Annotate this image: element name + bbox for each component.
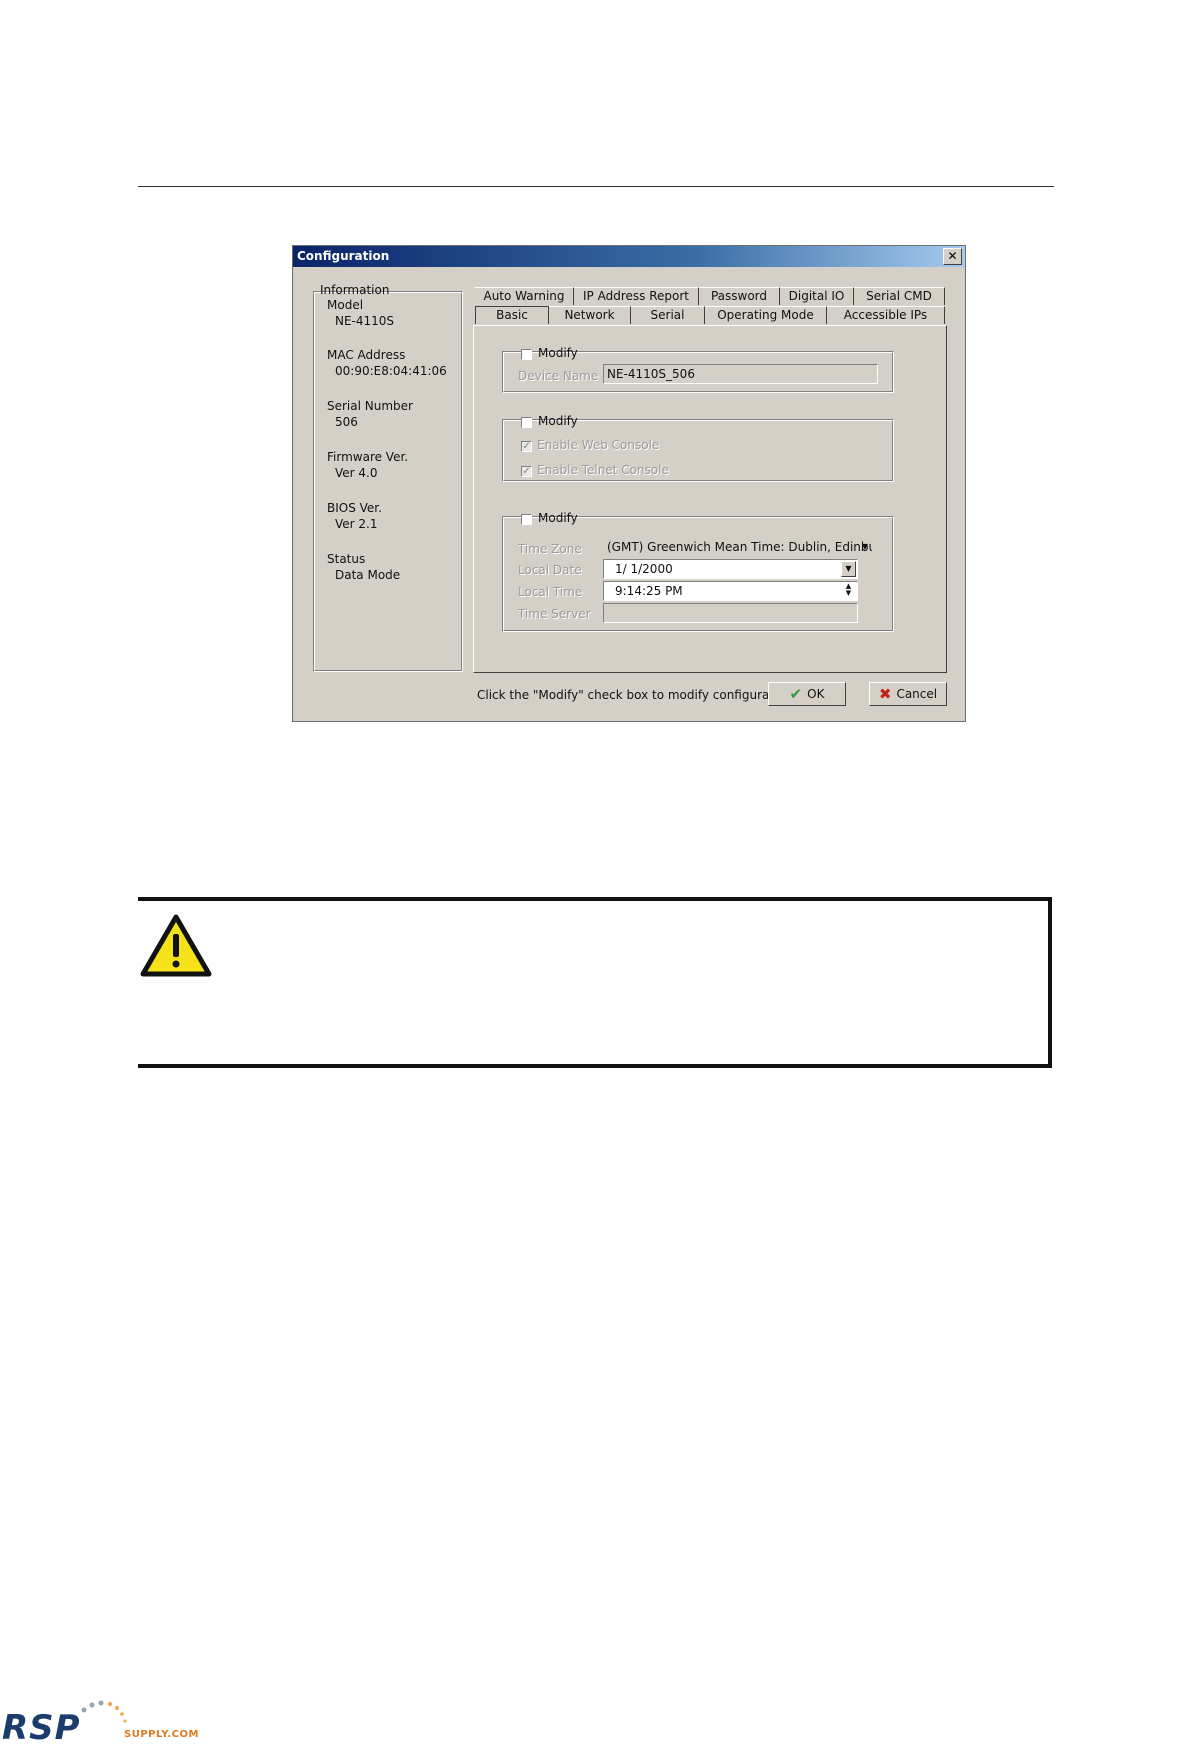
time-server-label: Time Server xyxy=(518,607,591,621)
information-heading: Information xyxy=(320,283,390,297)
firmware-label: Firmware Ver. xyxy=(327,450,409,464)
configuration-dialog: Configuration ✕ Information Model NE-411… xyxy=(292,245,966,722)
header-rule xyxy=(138,186,1054,187)
tab-operating-mode[interactable]: Operating Mode xyxy=(705,306,827,324)
local-time-value: 9:14:25 PM xyxy=(615,584,683,598)
serial-label: Serial Number xyxy=(327,399,413,413)
bios-label: BIOS Ver. xyxy=(327,501,382,515)
mac-label: MAC Address xyxy=(327,348,406,362)
time-server-input[interactable] xyxy=(603,603,858,623)
status-value: Data Mode xyxy=(335,568,401,582)
mac-value: 00:90:E8:04:41:06 xyxy=(335,364,447,378)
ok-label: OK xyxy=(807,687,825,701)
modify-label-time: Modify xyxy=(538,511,578,525)
tab-network[interactable]: Network xyxy=(549,306,631,324)
status-label: Status xyxy=(327,552,366,566)
device-name-input[interactable]: NE-4110S_506 xyxy=(603,364,878,384)
firmware-value: Ver 4.0 xyxy=(335,466,378,480)
logo-brand: RSP xyxy=(2,1708,81,1748)
tab-row-bottom: Basic Network Serial Operating Mode Acce… xyxy=(475,306,947,324)
ok-button[interactable]: ✔ OK xyxy=(768,682,846,706)
dialog-title: Configuration xyxy=(297,249,390,263)
time-zone-select[interactable]: (GMT) Greenwich Mean Time: Dublin, Edinb… xyxy=(603,537,873,557)
modify-checkbox-time[interactable] xyxy=(521,514,532,525)
time-zone-label: Time Zone xyxy=(518,542,582,556)
hint-text: Click the "Modify" check box to modify c… xyxy=(477,688,793,702)
time-zone-value: (GMT) Greenwich Mean Time: Dublin, Edinb… xyxy=(607,540,873,554)
tab-ip-address-report[interactable]: IP Address Report xyxy=(574,287,699,305)
spin-down-icon: ▼ xyxy=(845,589,852,597)
logo-sub: SUPPLY.COM xyxy=(124,1729,199,1740)
cancel-button[interactable]: ✖ Cancel xyxy=(869,682,947,706)
tab-digital-io[interactable]: Digital IO xyxy=(780,287,854,305)
modify-label-device: Modify xyxy=(538,346,578,360)
tab-serial[interactable]: Serial xyxy=(631,306,705,324)
tab-auto-warning[interactable]: Auto Warning xyxy=(475,287,574,305)
local-date-picker[interactable]: 1/ 1/2000 ▼ xyxy=(603,559,858,579)
tab-password[interactable]: Password xyxy=(699,287,780,305)
modify-label-console: Modify xyxy=(538,414,578,428)
telnet-console-checkbox[interactable]: ✓ xyxy=(521,466,532,477)
device-name-label: Device Name xyxy=(518,369,599,383)
serial-value: 506 xyxy=(335,415,358,429)
local-time-label: Local Time xyxy=(518,585,583,599)
local-date-label: Local Date xyxy=(518,563,582,577)
time-spinner[interactable]: ▲ ▼ xyxy=(841,583,856,599)
web-console-label: Enable Web Console xyxy=(537,438,660,452)
cancel-label: Cancel xyxy=(896,687,938,701)
chevron-down-icon: ▼ xyxy=(861,542,868,551)
web-console-checkbox[interactable]: ✓ xyxy=(521,441,532,452)
dialog-titlebar: Configuration ✕ xyxy=(293,246,965,267)
tab-row-top: Auto Warning IP Address Report Password … xyxy=(475,287,945,305)
check-icon: ✔ xyxy=(789,685,803,703)
warning-icon xyxy=(140,914,212,977)
model-value: NE-4110S xyxy=(335,314,395,328)
warning-box xyxy=(138,897,1052,1068)
model-label: Model xyxy=(327,298,364,312)
tab-accessible-ips[interactable]: Accessible IPs xyxy=(827,306,945,324)
x-icon: ✖ xyxy=(878,685,892,703)
local-time-input[interactable]: 9:14:25 PM ▲ ▼ xyxy=(603,581,858,601)
close-button[interactable]: ✕ xyxy=(943,248,962,265)
tab-serial-cmd[interactable]: Serial CMD xyxy=(854,287,945,305)
date-dropdown-button[interactable]: ▼ xyxy=(841,561,856,577)
local-date-value: 1/ 1/2000 xyxy=(615,562,673,576)
modify-checkbox-console[interactable] xyxy=(521,417,532,428)
modify-checkbox-device[interactable] xyxy=(521,349,532,360)
bios-value: Ver 2.1 xyxy=(335,517,378,531)
tab-basic[interactable]: Basic xyxy=(475,306,549,324)
chevron-down-icon: ▼ xyxy=(845,564,852,573)
telnet-console-label: Enable Telnet Console xyxy=(537,463,669,477)
